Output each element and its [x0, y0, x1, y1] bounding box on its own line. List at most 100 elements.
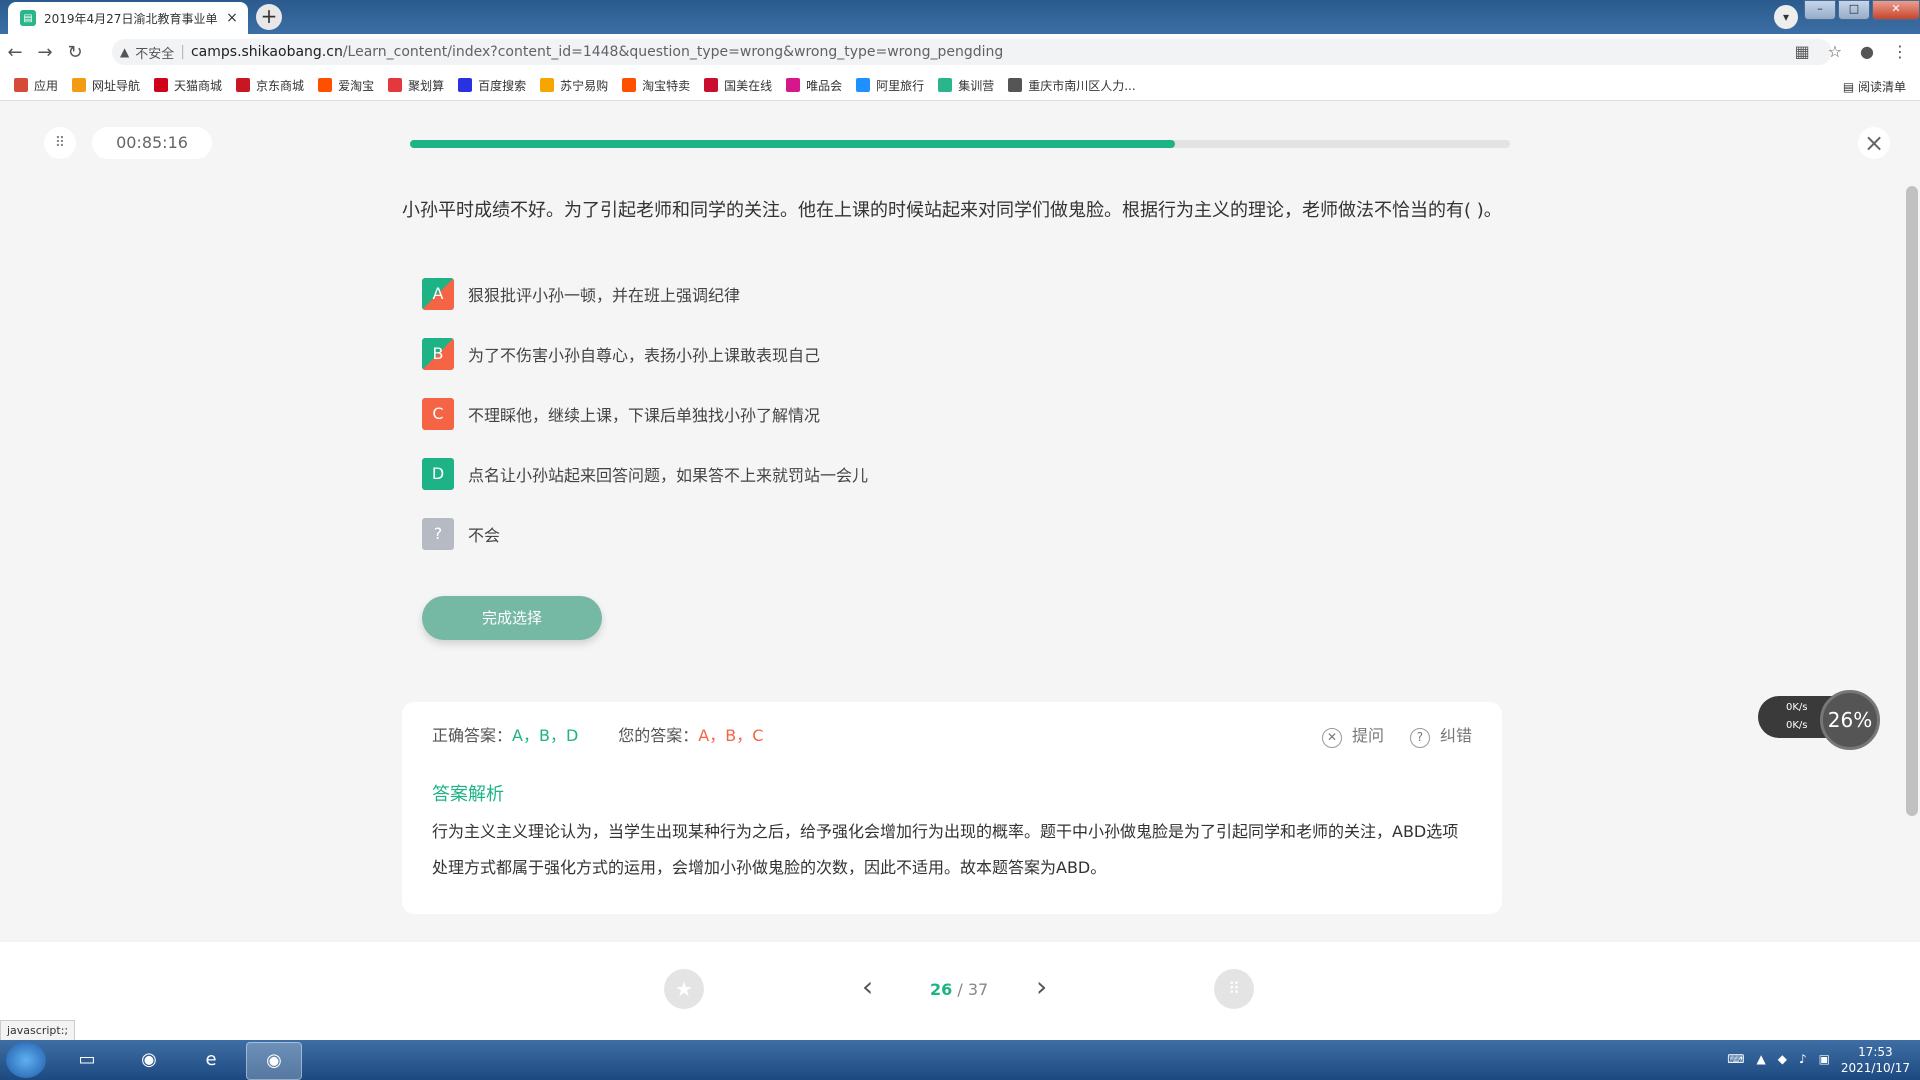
option-d[interactable]: D 点名让小孙站起来回答问题，如果答不上来就罚站一会儿 [422, 458, 868, 490]
your-answer: 您的答案：A，B，C [618, 722, 763, 746]
bookmark-label: 京东商城 [256, 78, 305, 93]
browser-tab[interactable]: ▤ 2019年4月27日渝北教育事业单 × [8, 2, 248, 34]
bookmark-icon [72, 78, 87, 92]
bookmark-item[interactable]: 应用 [14, 77, 58, 94]
toolbar-actions: ▦ ☆ ● ⋮ [1795, 42, 1908, 61]
forward-icon[interactable]: → [30, 42, 60, 63]
profile-avatar-icon[interactable]: ● [1860, 42, 1874, 61]
option-key: B [422, 338, 454, 370]
bookmark-item[interactable]: 淘宝特卖 [622, 77, 690, 94]
bookmark-label: 爱淘宝 [338, 78, 375, 93]
bookmark-item[interactable]: 苏宁易购 [540, 77, 608, 94]
page-current: 26 [930, 980, 953, 999]
browser-tab-bar: ▤ 2019年4月27日渝北教育事业单 × + ▾ – □ ✕ [0, 0, 1920, 34]
question-icon: ? [1409, 728, 1430, 748]
bookmark-icon [458, 78, 473, 92]
shield-icon[interactable]: ◆ [1778, 1052, 1787, 1066]
option-unknown[interactable]: ? 不会 [422, 518, 868, 550]
prev-question-icon[interactable]: ‹ [862, 970, 873, 1003]
bookmark-icon [1008, 78, 1023, 92]
bookmark-item[interactable]: 唯品会 [786, 77, 842, 94]
bookmark-item[interactable]: 爱淘宝 [318, 77, 374, 94]
reading-list[interactable]: ▤ 阅读清单 [1843, 78, 1906, 95]
answer-summary: 正确答案：A，B，D 您的答案：A，B，C [432, 722, 763, 746]
bookmark-icon [786, 78, 801, 92]
analysis-text: 行为主义主义理论认为，当学生出现某种行为之后，给予强化会增加行为出现的概率。题干… [432, 822, 1459, 877]
analysis-title: 答案解析 [432, 784, 504, 805]
your-answer-value: A，B，C [698, 726, 764, 745]
minimize-button[interactable]: – [1804, 0, 1836, 20]
page-indicator: 26 / 37 [930, 980, 988, 999]
page-scrollbar[interactable] [1906, 186, 1918, 816]
bookmark-item[interactable]: 网址导航 [72, 77, 140, 94]
ie-icon[interactable]: e [184, 1042, 238, 1078]
close-icon[interactable]: × [1858, 127, 1890, 159]
warning-icon: ▲ [120, 45, 130, 59]
bookmark-icon [14, 78, 28, 92]
download-speed: 0K/s [1786, 720, 1808, 731]
option-b[interactable]: B 为了不伤害小孙自尊心，表扬小孙上课敢表现自己 [422, 338, 868, 370]
reading-list-label: 阅读清单 [1857, 80, 1906, 94]
qr-code-icon[interactable]: ▦ [1795, 42, 1810, 61]
network-icon[interactable]: ▣ [1819, 1052, 1830, 1066]
option-key: ? [422, 518, 454, 550]
favorite-star-icon[interactable]: ★ [664, 969, 704, 1009]
submit-button[interactable]: 完成选择 [422, 596, 602, 640]
window-close-button[interactable]: ✕ [1872, 0, 1920, 20]
tray-expand-icon[interactable]: ▲ [1757, 1052, 1766, 1066]
report-error-button[interactable]: ? 纠错 [1409, 722, 1472, 748]
next-question-icon[interactable]: › [1036, 970, 1047, 1003]
more-menu-icon[interactable]: ⋮ [1892, 42, 1908, 61]
option-text: 不理睬他，继续上课，下课后单独找小孙了解情况 [468, 406, 821, 425]
keyboard-icon[interactable]: ⌨ [1727, 1052, 1744, 1066]
bookmark-item[interactable]: 聚划算 [388, 77, 444, 94]
bookmark-icon [704, 78, 719, 92]
new-tab-button[interactable]: + [256, 4, 282, 30]
back-icon[interactable]: ← [0, 42, 30, 63]
bookmark-label: 百度搜索 [478, 78, 527, 93]
tab-close-button[interactable]: × [222, 10, 242, 26]
bookmark-label: 聚划算 [408, 78, 445, 93]
network-speed-widget[interactable]: 0K/s 0K/s 26% [1758, 690, 1888, 750]
bookmark-item[interactable]: 京东商城 [236, 77, 304, 94]
address-bar[interactable]: ▲ 不安全 | camps.shikaobang.cn/Learn_conten… [112, 39, 1832, 65]
option-key: A [422, 278, 454, 310]
bookmark-item[interactable]: 阿里旅行 [856, 77, 924, 94]
bookmark-item[interactable]: 百度搜索 [458, 77, 526, 94]
explorer-icon[interactable]: ▭ [60, 1042, 114, 1078]
ask-icon: ✕ [1321, 728, 1342, 748]
option-key: D [422, 458, 454, 490]
maximize-button[interactable]: □ [1838, 0, 1870, 20]
bookmark-item[interactable]: 重庆市南川区人力... [1008, 77, 1136, 94]
reload-icon[interactable]: ↻ [60, 42, 90, 63]
bookmark-icon [938, 78, 953, 92]
option-a[interactable]: A 狠狠批评小孙一顿，并在班上强调纪律 [422, 278, 868, 310]
bookmark-label: 唯品会 [806, 78, 843, 93]
security-label: 不安全 [135, 46, 175, 62]
bookmark-label: 天猫商城 [174, 78, 223, 93]
download-indicator-icon[interactable]: ▾ [1774, 5, 1798, 29]
bookmark-item[interactable]: 天猫商城 [154, 77, 222, 94]
bookmarks-bar: 应用 网址导航 天猫商城 京东商城 爱淘宝 聚划算 百度搜索 苏宁易购 淘宝特卖 国美在线 唯品会 阿… [0, 70, 1920, 101]
start-button[interactable] [6, 1042, 46, 1078]
tab-title: 2019年4月27日渝北教育事业单 [44, 11, 218, 26]
chrome-active-icon[interactable]: ◉ [246, 1042, 302, 1080]
memory-percent: 26% [1820, 690, 1880, 750]
chrome-icon[interactable]: ◉ [122, 1042, 176, 1078]
menu-grid-icon[interactable]: ⠿ [44, 127, 76, 159]
bookmark-item[interactable]: 集训营 [938, 77, 994, 94]
option-c[interactable]: C 不理睬他，继续上课，下课后单独找小孙了解情况 [422, 398, 868, 430]
ask-button[interactable]: ✕ 提问 [1321, 722, 1384, 748]
url-host: camps.shikaobang.cn [190, 44, 343, 60]
bookmark-star-icon[interactable]: ☆ [1828, 42, 1842, 61]
question-grid-icon[interactable]: ⠿ [1214, 969, 1254, 1009]
clock-time: 17:53 [1858, 1045, 1893, 1059]
quiz-timer: 00:85:16 [92, 127, 212, 159]
answer-card: 正确答案：A，B，D 您的答案：A，B，C ✕ 提问 ? 纠错 答案解析 行为主义主… [402, 702, 1502, 914]
report-label: 纠错 [1439, 726, 1472, 745]
window-controls: – □ ✕ [1802, 0, 1920, 20]
taskbar: ▭ ◉ e ◉ ⌨ ▲ ◆ ♪ ▣ 17:53 2021/10/17 [0, 1040, 1920, 1080]
bookmark-item[interactable]: 国美在线 [704, 77, 772, 94]
volume-icon[interactable]: ♪ [1799, 1052, 1807, 1066]
taskbar-clock[interactable]: 17:53 2021/10/17 [1841, 1044, 1910, 1076]
